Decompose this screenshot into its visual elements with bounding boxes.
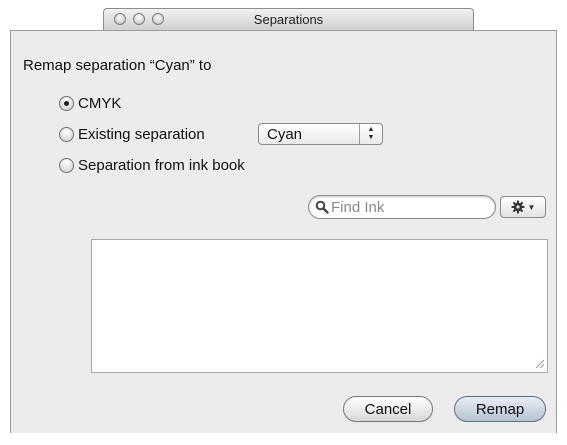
ink-list[interactable]	[91, 239, 548, 373]
title-bar[interactable]: Separations	[103, 8, 474, 30]
remap-heading: Remap separation “Cyan” to	[23, 57, 212, 74]
up-down-arrows-icon: ▲ ▼	[359, 124, 382, 144]
existing-separation-radio[interactable]	[59, 126, 74, 142]
remap-button[interactable]: Remap	[454, 396, 546, 422]
resize-grip-icon[interactable]	[534, 358, 544, 368]
remap-dialog-panel: Remap separation “Cyan” to CMYK Existing…	[10, 30, 557, 433]
option-cmyk[interactable]: CMYK	[59, 93, 121, 113]
action-menu-button[interactable]: ▼	[500, 196, 546, 218]
existing-separation-radio-label: Existing separation	[78, 125, 205, 143]
separation-select-value: Cyan	[267, 126, 303, 143]
find-ink-input[interactable]	[331, 198, 486, 216]
ink-book-radio[interactable]	[59, 157, 74, 173]
window-title: Separations	[253, 12, 324, 27]
separation-select[interactable]: Cyan ▲ ▼	[258, 123, 383, 145]
option-ink-book[interactable]: Separation from ink book	[59, 155, 245, 175]
separations-window: Separations Remap separation “Cyan” to C…	[0, 0, 567, 445]
cmyk-radio-label: CMYK	[78, 94, 122, 112]
gear-icon	[511, 200, 525, 214]
cancel-button[interactable]: Cancel	[343, 396, 433, 422]
option-existing-separation[interactable]: Existing separation	[59, 124, 205, 144]
chevron-down-icon: ▼	[527, 202, 536, 212]
search-icon	[315, 200, 329, 214]
cmyk-radio[interactable]	[59, 95, 74, 111]
ink-book-radio-label: Separation from ink book	[78, 156, 245, 174]
find-ink-search[interactable]	[308, 195, 496, 219]
